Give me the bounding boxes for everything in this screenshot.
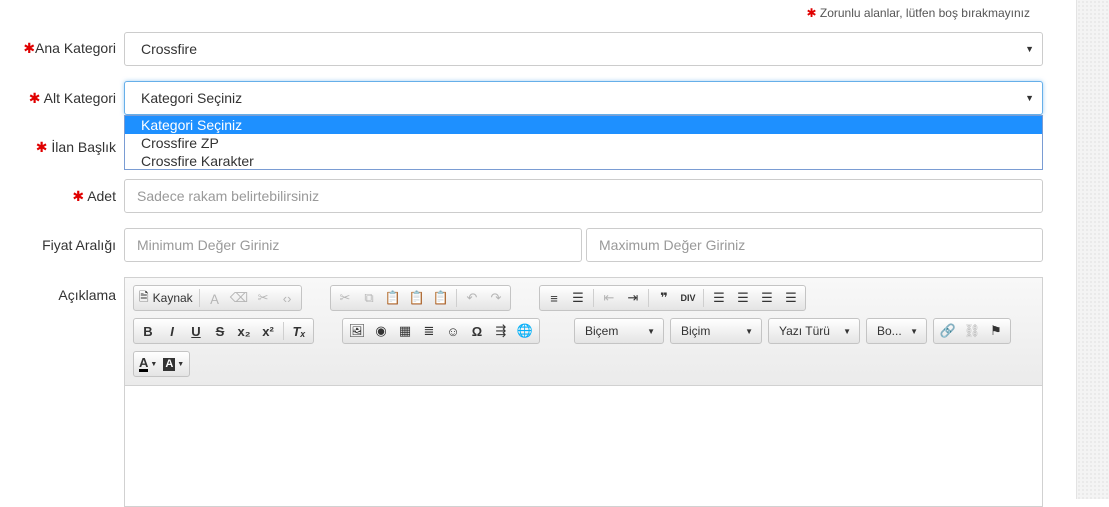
toolbar-group-document: 🗎 Kaynak Ａ ⌫ ✂ ‹› [133,285,303,311]
source-icon: 🗎 [139,289,149,304]
toolbar-separator [456,289,457,307]
paste-text-icon[interactable]: ⌫ [227,287,251,309]
align-right-icon[interactable]: ☰ [755,287,779,309]
chevron-down-icon: ▼ [843,326,851,336]
redo-icon[interactable]: ↷ [484,287,508,309]
required-note: ✱ Zorunlu alanlar, lütfen boş bırakmayın… [806,6,1030,20]
fiyat-max-input[interactable]: Maximum Değer Giriniz [586,228,1043,262]
toolbar-group-insert: 🖼 ◉ ▦ ≣ ☺ Ω ⇶ 🌐 [342,318,540,344]
bold-icon[interactable]: B [136,320,160,342]
format-combo[interactable]: Biçem ▼ [574,318,664,344]
text-color-button[interactable]: A ▼ [136,353,160,375]
alt-kategori-label: ✱ Alt Kategori [28,90,116,106]
text-color-icon: A [139,355,149,372]
ana-kategori-select[interactable]: Crossfire ▼ [124,32,1043,66]
strike-icon[interactable]: S [208,320,232,342]
aciklama-label: Açıklama [58,287,116,303]
special-char-icon[interactable]: Ω [465,320,489,342]
paste-plain-icon[interactable]: 📋 [405,287,429,309]
flash-icon[interactable]: ◉ [369,320,393,342]
anchor-icon[interactable]: ⚑ [984,320,1008,342]
toolbar-separator [198,289,200,307]
toolbar-group-links: 🔗 ⛓ ⚑ [933,318,1011,344]
align-center-icon[interactable]: ☰ [731,287,755,309]
required-star-icon: ✱ [28,90,41,106]
page-side-strip [1076,0,1109,499]
toolbar-group-basicstyles: B I U S x₂ x² Tₓ [133,318,314,344]
iframe-icon[interactable]: 🌐 [513,320,537,342]
templates-icon[interactable]: Ａ [203,287,227,309]
required-note-text: Zorunlu alanlar, lütfen boş bırakmayınız [819,6,1030,20]
ana-kategori-label: ✱Ana Kategori [23,40,116,56]
dropdown-option[interactable]: Kategori Seçiniz [125,116,1042,134]
code-icon[interactable]: ‹› [275,287,299,309]
chevron-down-icon: ▼ [647,326,655,336]
toolbar-group-clipboard: ✂ ⧉ 📋 📋 📋 ↶ ↷ [330,285,511,311]
undo-icon[interactable]: ↶ [460,287,484,309]
toolbar-separator [703,289,704,307]
italic-icon[interactable]: I [160,320,184,342]
chevron-down-icon: ▼ [910,326,918,336]
required-star-icon: ✱ [35,139,48,155]
remove-format-icon[interactable]: Tₓ [287,320,311,342]
smiley-icon[interactable]: ☺ [441,320,465,342]
paste-icon[interactable]: 📋 [381,287,405,309]
unlink-icon[interactable]: ⛓ [960,320,984,342]
dropdown-option[interactable]: Crossfire ZP [125,134,1042,152]
source-button[interactable]: 🗎 Kaynak [136,287,196,309]
required-star-icon: ✱ [23,40,36,56]
ilan-baslik-label: ✱ İlan Başlık [35,139,116,155]
superscript-icon[interactable]: x² [256,320,280,342]
numbered-list-icon[interactable]: ≡ [542,287,566,309]
editor-content-area[interactable] [125,386,1042,506]
style-combo[interactable]: Biçim ▼ [670,318,762,344]
chevron-down-icon: ▼ [1025,44,1034,54]
page-break-icon[interactable]: ⇶ [489,320,513,342]
subscript-icon[interactable]: x₂ [232,320,256,342]
background-color-icon: A [163,357,176,371]
chevron-down-icon: ▼ [177,360,185,368]
image-icon[interactable]: 🖼 [345,320,369,342]
dropdown-option[interactable]: Crossfire Karakter [125,152,1042,170]
toolbar-group-colors: A ▼ A ▼ [133,351,191,377]
alt-kategori-select[interactable]: Kategori Seçiniz ▼ [124,81,1043,115]
toolbar-group-paragraph: ≡ ☰ ⇤ ⇥ ❞ DIV ☰ ☰ ☰ ☰ [539,285,806,311]
paste-from-word-icon[interactable]: 📋 [429,287,453,309]
size-combo[interactable]: Bo... ▼ [866,318,927,344]
horizontal-rule-icon[interactable]: ≣ [417,320,441,342]
blockquote-icon[interactable]: ❞ [652,287,676,309]
alt-kategori-dropdown: Kategori Seçiniz Crossfire ZP Crossfire … [124,115,1043,170]
adet-input[interactable]: Sadece rakam belirtebilirsiniz [124,179,1043,213]
editor-toolbar: 🗎 Kaynak Ａ ⌫ ✂ ‹› ✂ ⧉ 📋 📋 📋 ↶ ↷ ≡ ☰ ⇤ ⇥ [125,278,1042,386]
required-star-icon: ✱ [806,6,817,20]
align-left-icon[interactable]: ☰ [707,287,731,309]
bulleted-list-icon[interactable]: ☰ [566,287,590,309]
toolbar-separator [593,289,594,307]
div-icon[interactable]: DIV [676,287,700,309]
underline-icon[interactable]: U [184,320,208,342]
font-combo[interactable]: Yazı Türü ▼ [768,318,860,344]
rich-text-editor: 🗎 Kaynak Ａ ⌫ ✂ ‹› ✂ ⧉ 📋 📋 📋 ↶ ↷ ≡ ☰ ⇤ ⇥ [124,277,1043,507]
background-color-button[interactable]: A ▼ [160,353,187,375]
paste-word-icon[interactable]: ✂ [251,287,275,309]
table-icon[interactable]: ▦ [393,320,417,342]
chevron-down-icon: ▼ [150,360,158,368]
fiyat-min-input[interactable]: Minimum Değer Giriniz [124,228,582,262]
chevron-down-icon: ▼ [1025,93,1034,103]
required-star-icon: ✱ [72,188,85,204]
copy-icon[interactable]: ⧉ [357,287,381,309]
toolbar-separator [648,289,649,307]
indent-icon[interactable]: ⇥ [621,287,645,309]
toolbar-separator [283,322,284,340]
adet-label: ✱ Adet [72,188,116,204]
outdent-icon[interactable]: ⇤ [597,287,621,309]
link-icon[interactable]: 🔗 [936,320,960,342]
fiyat-araligi-label: Fiyat Aralığı [42,237,116,253]
justify-icon[interactable]: ☰ [779,287,803,309]
cut-icon[interactable]: ✂ [333,287,357,309]
chevron-down-icon: ▼ [745,326,753,336]
